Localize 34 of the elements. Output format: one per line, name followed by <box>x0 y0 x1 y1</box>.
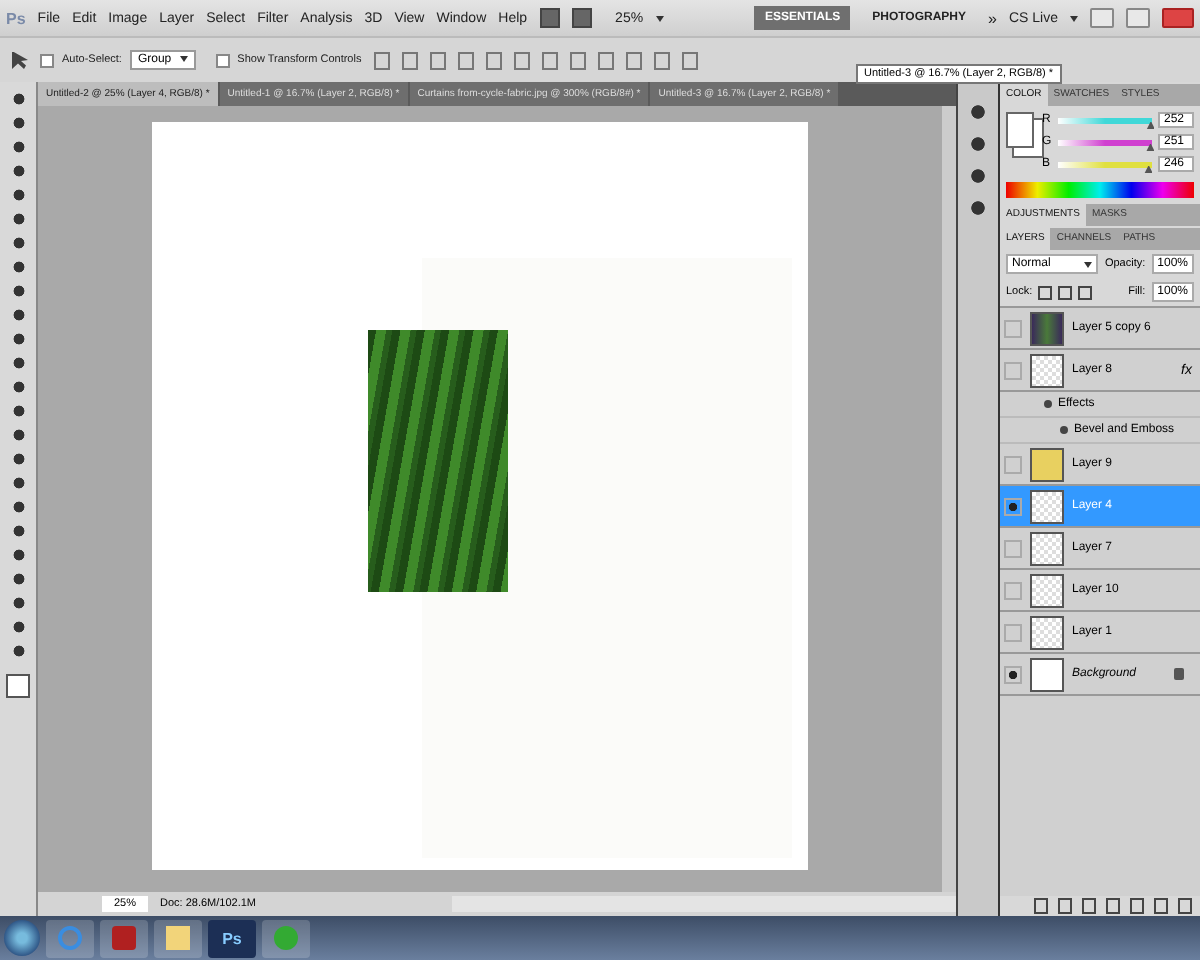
mini-bridge-button[interactable] <box>571 8 592 28</box>
visibility-toggle[interactable] <box>1004 319 1022 337</box>
color-slider[interactable] <box>1058 139 1152 145</box>
app-logo: Ps <box>6 9 26 27</box>
visibility-toggle[interactable] <box>1004 455 1022 473</box>
visibility-toggle[interactable] <box>1004 361 1022 379</box>
minimize-button[interactable] <box>1090 8 1114 28</box>
visibility-toggle[interactable] <box>1060 426 1068 434</box>
more-workspaces-button[interactable]: » <box>988 9 997 27</box>
visibility-toggle[interactable] <box>1004 623 1022 641</box>
visibility-toggle[interactable] <box>1004 497 1022 515</box>
move-tool-icon[interactable] <box>12 51 32 69</box>
visibility-toggle[interactable] <box>1044 400 1052 408</box>
auto-select-checkbox[interactable] <box>40 53 54 67</box>
caret-icon[interactable] <box>655 15 664 21</box>
transform-controls-checkbox[interactable] <box>215 53 230 67</box>
taskbar-button[interactable] <box>262 919 310 957</box>
scrollbar[interactable] <box>942 106 956 892</box>
color-spectrum[interactable] <box>1006 182 1194 198</box>
bridge-button[interactable] <box>539 8 560 28</box>
caret-icon[interactable] <box>1070 15 1078 21</box>
taskbar-button[interactable] <box>46 919 94 957</box>
start-button[interactable] <box>4 920 40 956</box>
visibility-toggle[interactable] <box>1004 665 1022 683</box>
color-slider[interactable] <box>1058 161 1152 167</box>
photoshop-taskbar-button[interactable]: Ps <box>208 919 256 957</box>
taskbar-button[interactable] <box>154 919 202 957</box>
visibility-toggle[interactable] <box>1004 539 1022 557</box>
color-swatch[interactable] <box>6 674 30 698</box>
taskbar-button[interactable] <box>100 919 148 957</box>
visibility-toggle[interactable] <box>1004 581 1022 599</box>
restore-button[interactable] <box>1126 8 1150 28</box>
color-slider[interactable] <box>1058 117 1152 123</box>
scrollbar[interactable] <box>452 896 956 912</box>
